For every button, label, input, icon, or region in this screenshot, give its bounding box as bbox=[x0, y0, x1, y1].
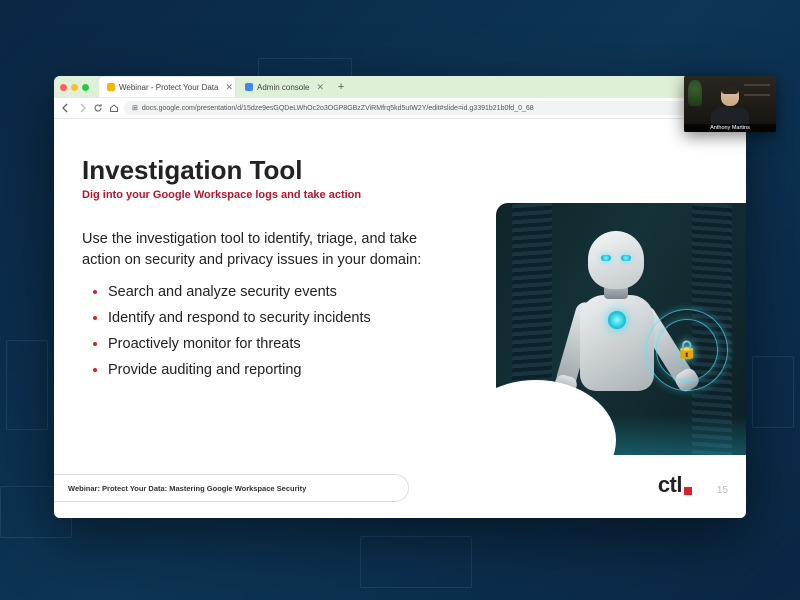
bullet-list: Search and analyze security events Ident… bbox=[82, 281, 452, 381]
bullet-item: Proactively monitor for threats bbox=[108, 333, 452, 355]
forward-icon[interactable] bbox=[76, 103, 87, 114]
slide-title: Investigation Tool bbox=[82, 155, 303, 186]
tab-label: Webinar - Protect Your Data bbox=[119, 83, 218, 92]
bg-decor bbox=[6, 340, 48, 430]
tab-bar: Webinar - Protect Your Data ✕ Admin cons… bbox=[54, 76, 746, 98]
ctl-logo: ctl bbox=[658, 472, 692, 498]
bg-decor bbox=[752, 356, 794, 428]
slide-intro: Use the investigation tool to identify, … bbox=[82, 229, 452, 271]
slide-image: 🔒 bbox=[496, 203, 746, 455]
hologram-lock-icon: 🔒 bbox=[644, 307, 730, 393]
reload-icon[interactable] bbox=[92, 103, 103, 114]
close-tab-icon[interactable]: ✕ bbox=[225, 82, 233, 93]
slide-subtitle: Dig into your Google Workspace logs and … bbox=[82, 189, 361, 201]
slide-footer: Webinar: Protect Your Data: Mastering Go… bbox=[54, 474, 409, 502]
tab-background[interactable]: Admin console ✕ bbox=[237, 77, 332, 97]
bullet-item: Provide auditing and reporting bbox=[108, 359, 452, 381]
bullet-item: Search and analyze security events bbox=[108, 281, 452, 303]
bullet-item: Identify and respond to security inciden… bbox=[108, 307, 452, 329]
window-controls[interactable] bbox=[60, 84, 89, 91]
minimize-window-icon[interactable] bbox=[71, 84, 78, 91]
back-icon[interactable] bbox=[60, 103, 71, 114]
favicon-icon bbox=[245, 83, 253, 91]
presenter-figure bbox=[710, 86, 750, 128]
site-info-icon[interactable]: ⊞ bbox=[132, 104, 138, 112]
address-bar-row: ⊞ docs.google.com/presentation/d/15dze9e… bbox=[54, 98, 746, 119]
bg-decor bbox=[360, 536, 472, 588]
close-tab-icon[interactable]: ✕ bbox=[316, 82, 324, 93]
slide-content: Investigation Tool Dig into your Google … bbox=[54, 119, 746, 518]
page-number: 15 bbox=[717, 485, 728, 496]
server-rack-icon bbox=[512, 203, 552, 455]
new-tab-button[interactable]: + bbox=[334, 80, 348, 94]
address-bar[interactable]: ⊞ docs.google.com/presentation/d/15dze9e… bbox=[124, 101, 740, 115]
maximize-window-icon[interactable] bbox=[82, 84, 89, 91]
slide-body: Use the investigation tool to identify, … bbox=[82, 229, 452, 385]
webcam-overlay[interactable]: Anthony Martins bbox=[684, 76, 776, 132]
url-text: docs.google.com/presentation/d/15dze9esG… bbox=[142, 105, 534, 112]
close-window-icon[interactable] bbox=[60, 84, 67, 91]
favicon-icon bbox=[107, 83, 115, 91]
tab-label: Admin console bbox=[257, 83, 309, 92]
plant-decor bbox=[688, 80, 702, 106]
tab-active[interactable]: Webinar - Protect Your Data ✕ bbox=[99, 77, 235, 97]
browser-window: Webinar - Protect Your Data ✕ Admin cons… bbox=[54, 76, 746, 518]
presenter-name: Anthony Martins bbox=[684, 124, 776, 132]
home-icon[interactable] bbox=[108, 103, 119, 114]
